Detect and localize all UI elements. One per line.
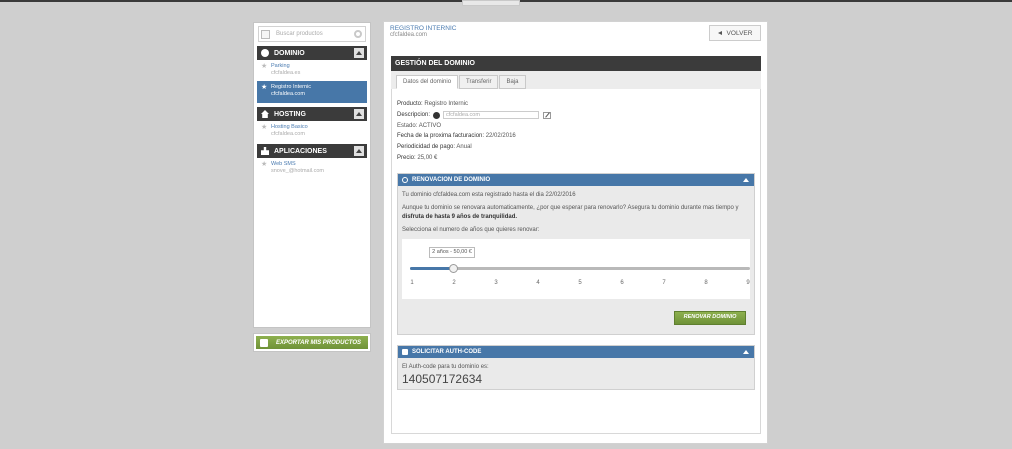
sidebar-section-hosting[interactable]: HOSTING [257, 107, 367, 121]
section-title: APLICACIONES [274, 147, 327, 155]
collapse-icon[interactable] [743, 349, 749, 354]
sidebar-section-aplicaciones[interactable]: APLICACIONES [257, 144, 367, 158]
item-subtitle: cfcfaldea.com [271, 90, 305, 97]
star-icon: ★ [261, 161, 268, 168]
sidebar: Buscar productos DOMINIO ★ Parking cfcfa… [253, 22, 371, 328]
producto-row: Producto: Registro Internic [397, 101, 469, 107]
slider-tick-label: 1 [410, 279, 414, 286]
authcode-box: SOLICITAR AUTH-CODE El Auth-code para tu… [397, 344, 755, 390]
slider-tick-label: 3 [494, 279, 498, 286]
export-label: EXPORTAR MIS PRODUCTOS [276, 339, 362, 346]
descripcion-input[interactable]: cfcfaldea.com [443, 111, 540, 120]
star-icon: ★ [261, 84, 268, 91]
slider-handle[interactable] [449, 263, 458, 273]
periodicidad-row: Periodicidad de pago: Anual [397, 144, 472, 151]
star-icon: ★ [261, 63, 268, 70]
refresh-icon [402, 176, 408, 183]
slider-tick-label: 5 [578, 279, 582, 286]
collapse-icon[interactable] [354, 109, 364, 119]
renovacion-header[interactable]: RENOVACION DE DOMINIO [398, 173, 754, 186]
main-panel: REGISTRO INTERNIC cfcfaldea.com VOLVER G… [383, 21, 768, 444]
precio-row: Precio: 25,00 € [397, 154, 438, 161]
slider-tick-label: 2 [452, 279, 456, 286]
section-title: DOMINIO [274, 49, 305, 57]
sidebar-item-hosting-basico[interactable]: ★ Hosting Basico cfcfaldea.com [257, 121, 367, 140]
top-bar [0, 0, 1012, 8]
tab-panel: Producto: Registro Internic Descripcion:… [391, 89, 761, 434]
export-products-button[interactable]: EXPORTAR MIS PRODUCTOS [256, 336, 368, 349]
slider-tick-label: 6 [620, 279, 624, 286]
page-header: REGISTRO INTERNIC cfcfaldea.com VOLVER [384, 22, 767, 48]
sidebar-item-registro-internic[interactable]: ★ Registro Internic cfcfaldea.com [257, 81, 367, 103]
apps-icon [261, 147, 269, 155]
years-slider[interactable]: 2 años - 50,00 € 1 2 3 4 5 6 7 8 9 [402, 238, 750, 299]
renew-domain-button[interactable]: RENOVAR DOMINIO [674, 310, 746, 325]
slider-tooltip: 2 años - 50,00 € [429, 246, 475, 258]
slider-ticks: 1 2 3 4 5 6 7 8 9 [410, 279, 750, 287]
renovacion-body: Tu dominio cfcfaldea.com esta registrado… [398, 186, 754, 334]
edit-icon[interactable] [543, 111, 552, 119]
info-icon[interactable] [433, 111, 441, 119]
search-input[interactable]: Buscar productos [276, 31, 354, 37]
renovacion-line1: Tu dominio cfcfaldea.com esta registrado… [402, 191, 576, 198]
back-button[interactable]: VOLVER [709, 25, 761, 41]
star-icon: ★ [261, 124, 268, 131]
collapse-icon[interactable] [743, 177, 749, 182]
globe-icon [261, 49, 269, 57]
tab-transferir[interactable]: Transferir [459, 75, 499, 89]
sidebar-section-dominio[interactable]: DOMINIO [257, 46, 367, 60]
lock-icon [402, 348, 408, 355]
authcode-header[interactable]: SOLICITAR AUTH-CODE [398, 345, 754, 358]
authcode-title: SOLICITAR AUTH-CODE [412, 348, 482, 355]
tab-baja[interactable]: Baja [499, 75, 526, 89]
page-subtitle: cfcfaldea.com [390, 32, 428, 38]
export-panel: EXPORTAR MIS PRODUCTOS [253, 333, 371, 352]
slider-tick-label: 7 [662, 279, 666, 286]
fecha-row: Fecha de la proxima facturacion: 22/02/2… [397, 133, 516, 140]
sidebar-item-parking[interactable]: ★ Parking cfcfaldea.es [257, 60, 367, 79]
domain-details: Producto: Registro Internic Descripcion:… [397, 99, 755, 164]
slider-tick-label: 8 [704, 279, 708, 286]
renew-row: RENOVAR DOMINIO [402, 299, 750, 329]
periodicidad-value: Anual [456, 144, 472, 151]
sidebar-item-web-sms[interactable]: ★ Web SMS snove_@hotmail.com [257, 158, 367, 177]
product-box-icon [261, 29, 270, 39]
page-title: REGISTRO INTERNIC [390, 25, 457, 32]
search-box[interactable]: Buscar productos [258, 26, 366, 42]
authcode-body: El Auth-code para tu dominio es: 1405071… [398, 358, 754, 389]
slider-tick-label: 9 [746, 279, 750, 286]
descripcion-row: Descripcion: cfcfaldea.com [397, 110, 755, 121]
collapse-icon[interactable] [354, 146, 364, 156]
item-subtitle: snove_@hotmail.com [271, 167, 324, 174]
print-icon [260, 338, 268, 347]
section-title: HOSTING [274, 110, 306, 118]
item-subtitle: cfcfaldea.com [271, 130, 305, 137]
arrow-left-icon [717, 31, 722, 35]
section-header: GESTIÓN DEL DOMINIO [391, 56, 761, 71]
slider-fill [410, 266, 454, 270]
top-tab[interactable] [462, 0, 520, 6]
authcode-value: 140507172634 [402, 371, 483, 386]
estado-row: Estado: ACTIVO [397, 122, 442, 129]
fecha-value: 22/02/2016 [485, 133, 516, 140]
tab-bar: Datos del dominio Transferir Baja [391, 71, 761, 89]
estado-value: ACTIVO [418, 122, 442, 129]
home-icon [261, 110, 269, 118]
collapse-icon[interactable] [354, 48, 364, 58]
slider-track[interactable] [410, 263, 750, 273]
back-label: VOLVER [726, 29, 753, 37]
item-subtitle: cfcfaldea.es [271, 69, 301, 76]
renovacion-title: RENOVACION DE DOMINIO [412, 176, 491, 183]
gear-icon[interactable] [354, 30, 362, 38]
slider-tick-label: 4 [536, 279, 540, 286]
renovacion-line2: Aunque tu dominio se renovara automatica… [402, 204, 739, 220]
producto-value: Registro Internic [424, 101, 469, 107]
renovacion-box: RENOVACION DE DOMINIO Tu dominio cfcfald… [397, 172, 755, 335]
authcode-text: El Auth-code para tu dominio es: [402, 363, 489, 370]
precio-value: 25,00 € [417, 154, 438, 161]
tab-datos-dominio[interactable]: Datos del dominio [396, 75, 459, 89]
renovacion-line3: Selecciona el numero de años que quieres… [402, 226, 540, 233]
